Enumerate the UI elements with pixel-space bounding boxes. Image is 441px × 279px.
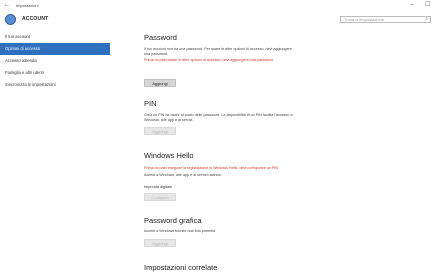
back-arrow-icon[interactable]: ← (4, 2, 10, 8)
sidebar: Il tuo account Opzioni di accesso Access… (0, 31, 110, 91)
windows-hello-warning: Prima di poter eseguire la registrazione… (144, 166, 280, 170)
add-picture-password-button[interactable]: Aggiungi (144, 239, 176, 247)
sidebar-item-famiglia[interactable]: Famiglia e altri utenti (0, 67, 110, 79)
sidebar-item-accesso-azienda[interactable]: Accesso azienda (0, 55, 110, 67)
add-pin-button[interactable]: Aggiungi (144, 127, 176, 135)
pin-section-title: PIN (144, 99, 157, 108)
password-description: Il tuo account non ha una password. Per … (144, 47, 292, 56)
fingerprint-label: Impronta digitale (144, 185, 173, 189)
pin-description: Crea un PIN da usare al posto delle pass… (144, 113, 293, 122)
sidebar-item-label: Accesso azienda (5, 58, 37, 63)
sidebar-item-il-tuo-account[interactable]: Il tuo account (0, 31, 110, 43)
window-title: Impostazioni (16, 3, 39, 8)
sidebar-item-label: Famiglia e altri utenti (5, 70, 44, 75)
search-input[interactable]: Trova un'impostazione ⌕ (340, 16, 431, 23)
search-placeholder: Trova un'impostazione (344, 17, 384, 22)
password-section-title: Password (144, 33, 177, 42)
configure-fingerprint-button[interactable]: Configura (144, 193, 176, 201)
search-icon[interactable]: ⌕ (425, 17, 428, 22)
sidebar-item-label: Il tuo account (5, 34, 30, 39)
windows-hello-description: Accedi a Windows, alle app e ai servizi … (144, 173, 222, 177)
page-header: ACCOUNT Trova un'impostazione ⌕ (0, 11, 441, 28)
minimize-button[interactable]: – (410, 2, 413, 8)
password-warning: Prima di poter usare le altre opzioni di… (144, 58, 274, 62)
picture-password-description: Accedi a Windows tramite una foto prefer… (144, 229, 216, 233)
sidebar-item-opzioni-di-accesso[interactable]: Opzioni di accesso (0, 43, 110, 55)
page-title: ACCOUNT (22, 16, 49, 22)
picture-password-section-title: Password grafica (144, 216, 202, 225)
sidebar-item-label: Sincronizza le impostazioni (5, 82, 56, 87)
sidebar-item-label: Opzioni di accesso (5, 46, 41, 51)
settings-window: ← Impostazioni – ☐ ACCOUNT Trova un'impo… (0, 0, 441, 279)
related-settings-title: Impostazioni correlate (144, 263, 218, 272)
settings-gear-icon (5, 14, 16, 25)
sidebar-item-sincronizza[interactable]: Sincronizza le impostazioni (0, 79, 110, 91)
add-password-button[interactable]: Aggiungi (144, 79, 176, 87)
title-bar: ← Impostazioni – ☐ (0, 0, 441, 11)
maximize-button[interactable]: ☐ (425, 2, 430, 8)
windows-hello-section-title: Windows Hello (144, 151, 194, 160)
